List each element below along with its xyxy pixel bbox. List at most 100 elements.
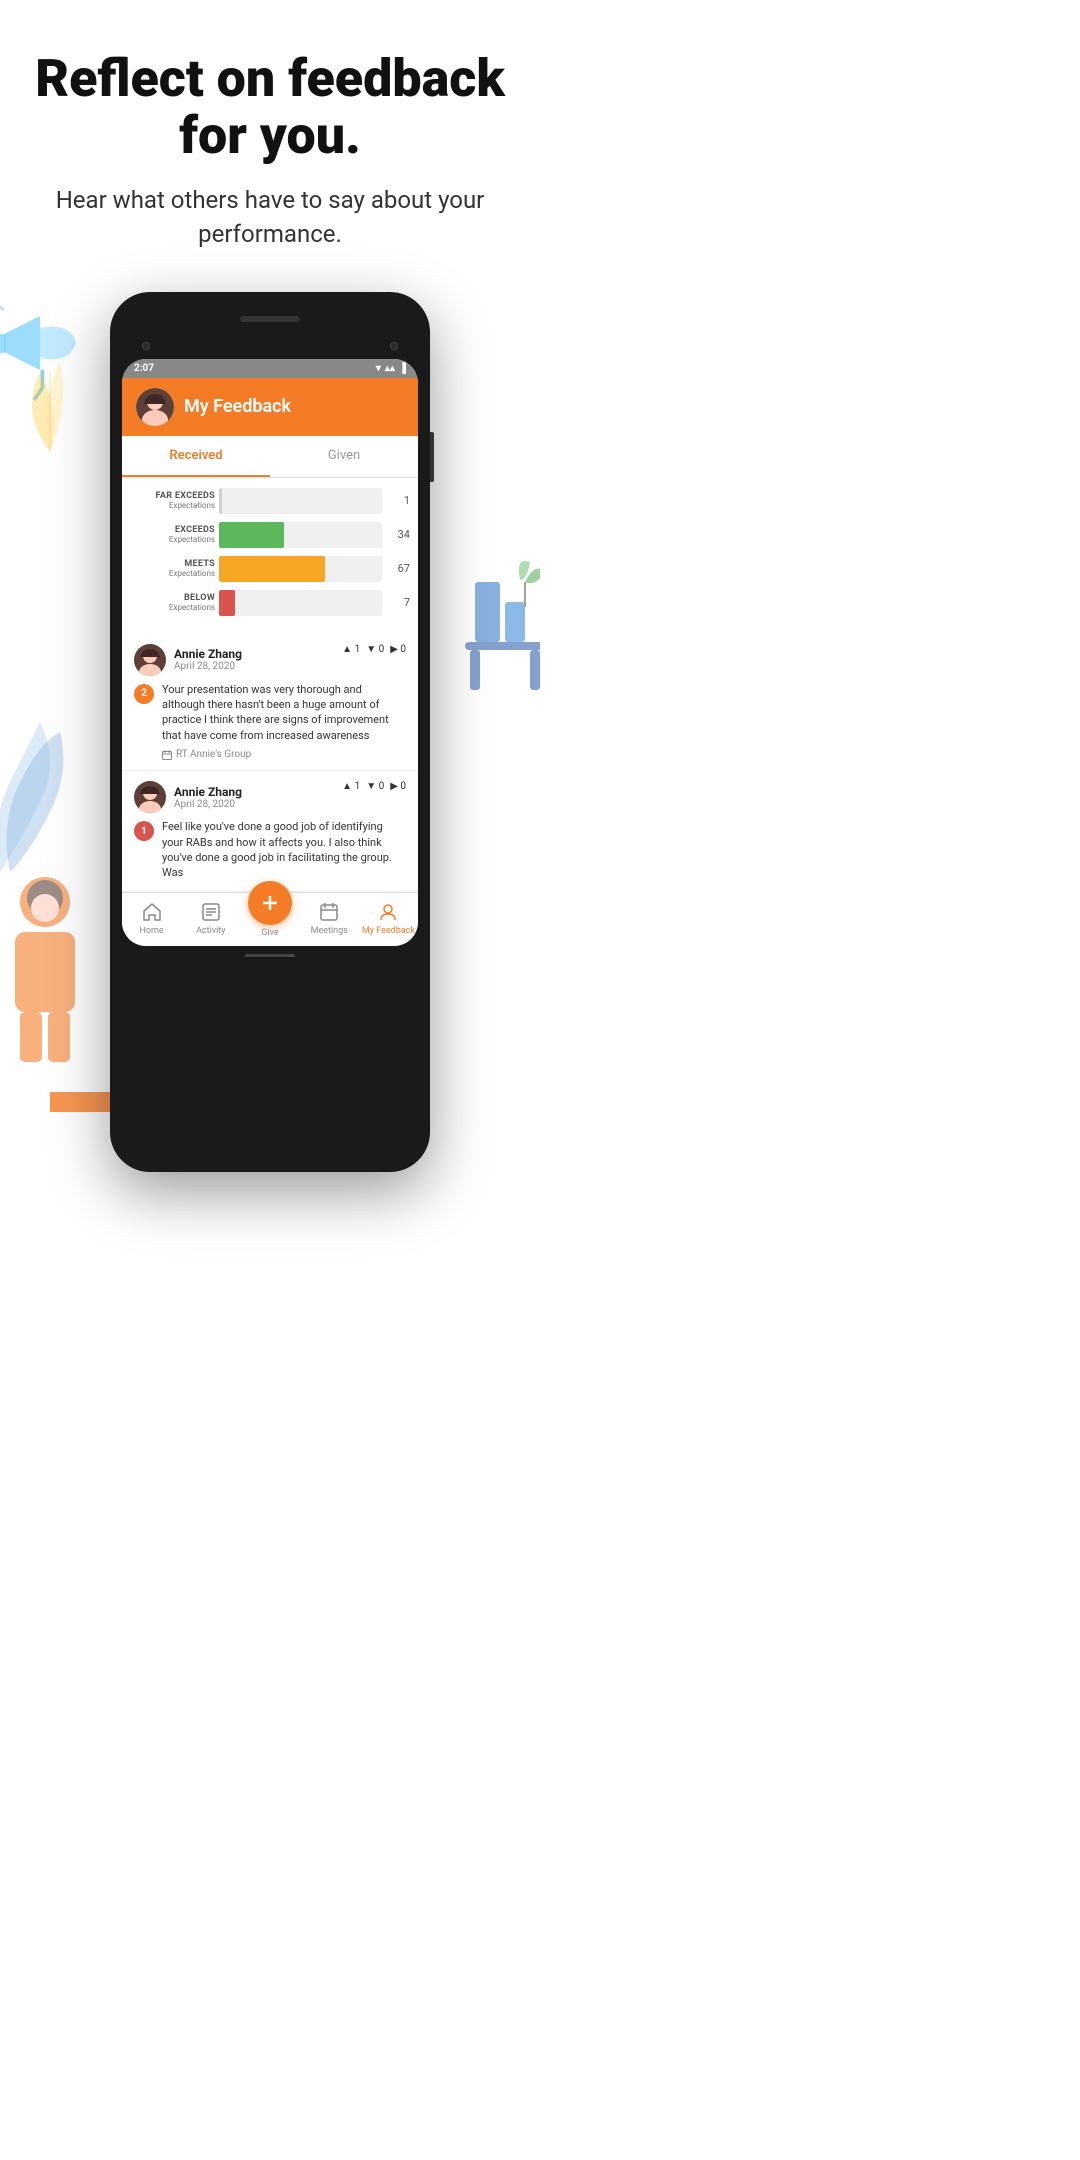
avatar-image — [136, 388, 174, 426]
phone-camera-left — [142, 342, 150, 350]
chart-bar-below — [219, 590, 235, 616]
nav-label-give: Give — [261, 928, 278, 938]
chart-bar-far-exceeds-area — [219, 488, 382, 514]
status-bar: 2:07 ▾ ▴▴ ▐ — [122, 359, 418, 378]
chart-label-meets-main: MEETS — [130, 559, 215, 569]
phone-screen: 2:07 ▾ ▴▴ ▐ My Feedback — [122, 359, 418, 946]
chart-label-far-exceeds-sub: Expectations — [130, 501, 215, 510]
feedback-date-1: April 28, 2020 — [174, 661, 242, 672]
feedback-user-info-1: Annie Zhang April 28, 2020 — [174, 647, 242, 672]
chart-label-exceeds-sub: Expectations — [130, 535, 215, 544]
feedback-body-1: 2 Your presentation was very thorough an… — [134, 682, 406, 761]
chart-bar-exceeds — [219, 522, 284, 548]
chart-row-below: BELOW Expectations 7 — [130, 590, 410, 616]
tab-given[interactable]: Given — [270, 436, 418, 477]
wifi-icon: ▾ — [376, 363, 381, 374]
phone-wrapper: 2:07 ▾ ▴▴ ▐ My Feedback — [0, 272, 540, 1172]
nav-item-home[interactable]: Home — [122, 901, 181, 936]
feedback-user-info-2: Annie Zhang April 28, 2020 — [174, 785, 242, 810]
vote-down-icon-1[interactable]: ▼ 0 — [366, 644, 384, 655]
feedback-text-2: Feel like you've done a good job of iden… — [162, 819, 406, 881]
status-time: 2:07 — [134, 363, 154, 374]
feedback-number-1: 2 — [134, 684, 154, 704]
feedback-item-2[interactable]: Annie Zhang April 28, 2020 ▲ 1 ▼ 0 ▶ 0 1… — [122, 771, 418, 892]
feedback-avatar-img-1 — [134, 644, 166, 676]
battery-icon: ▐ — [399, 363, 406, 374]
phone-frame: 2:07 ▾ ▴▴ ▐ My Feedback — [110, 292, 430, 1172]
vote-down-icon-2[interactable]: ▼ 0 — [366, 781, 384, 792]
vote-play-icon-1[interactable]: ▶ 0 — [390, 644, 406, 655]
blue-shape-decoration — [0, 722, 80, 872]
feedback-item-1[interactable]: Annie Zhang April 28, 2020 ▲ 1 ▼ 0 ▶ 0 2 — [122, 634, 418, 772]
phone-speaker — [240, 316, 300, 322]
home-bar-indicator — [245, 954, 295, 957]
feedback-content-1: Your presentation was very thorough and … — [162, 682, 406, 761]
calendar-icon-1 — [162, 750, 172, 760]
person-decoration — [0, 872, 95, 1072]
chart-row-meets: MEETS Expectations 67 — [130, 556, 410, 582]
desk-decoration — [455, 552, 540, 702]
chart-row-far-exceeds: FAR EXCEEDS Expectations 1 — [130, 488, 410, 514]
nav-label-meetings: Meetings — [311, 926, 348, 936]
phone-camera-area — [122, 334, 418, 359]
chart-count-far-exceeds: 1 — [386, 494, 410, 507]
activity-icon — [200, 901, 222, 923]
hero-subtitle: Hear what others have to say about your … — [30, 184, 510, 251]
header-avatar — [136, 388, 174, 426]
nav-label-activity: Activity — [196, 926, 225, 936]
leaf-decoration — [10, 352, 90, 472]
phone-side-button — [430, 432, 434, 482]
nav-item-meetings[interactable]: Meetings — [300, 901, 359, 936]
app-header: My Feedback — [122, 378, 418, 436]
feedback-list: Annie Zhang April 28, 2020 ▲ 1 ▼ 0 ▶ 0 2 — [122, 634, 418, 892]
chart-count-exceeds: 34 — [386, 528, 410, 541]
chart-bar-below-area — [219, 590, 382, 616]
meetings-icon — [318, 901, 340, 923]
nav-item-activity[interactable]: Activity — [181, 901, 240, 936]
chart-count-below: 7 — [386, 596, 410, 609]
my-feedback-icon — [377, 901, 399, 923]
tab-received[interactable]: Received — [122, 436, 270, 477]
chart-label-exceeds-main: EXCEEDS — [130, 525, 215, 535]
tabs-bar[interactable]: Received Given — [122, 436, 418, 478]
vote-play-icon-2[interactable]: ▶ 0 — [390, 781, 406, 792]
feedback-item-1-header: Annie Zhang April 28, 2020 ▲ 1 ▼ 0 ▶ 0 — [134, 644, 406, 676]
feedback-item-2-header: Annie Zhang April 28, 2020 ▲ 1 ▼ 0 ▶ 0 — [134, 781, 406, 813]
megaphone-decoration — [0, 292, 100, 412]
nav-item-my-feedback[interactable]: My Feedback — [359, 901, 418, 936]
vote-up-icon-1[interactable]: ▲ 1 — [342, 644, 360, 655]
phone-notch — [122, 304, 418, 334]
nav-label-my-feedback: My Feedback — [362, 926, 415, 936]
chart-row-exceeds: EXCEEDS Expectations 34 — [130, 522, 410, 548]
feedback-avatar-img-2 — [134, 781, 166, 813]
feedback-votes-1: ▲ 1 ▼ 0 ▶ 0 — [342, 644, 406, 655]
feedback-avatar-1 — [134, 644, 166, 676]
feedback-user-1: Annie Zhang April 28, 2020 — [134, 644, 242, 676]
header-title: My Feedback — [184, 396, 291, 417]
feedback-group-label-1: RT Annie's Group — [176, 749, 251, 760]
chart-bar-exceeds-area — [219, 522, 382, 548]
chart-count-meets: 67 — [386, 562, 410, 575]
give-button[interactable] — [248, 881, 292, 925]
feedback-name-2: Annie Zhang — [174, 785, 242, 799]
feedback-avatar-2 — [134, 781, 166, 813]
feedback-date-2: April 28, 2020 — [174, 799, 242, 810]
phone-camera-right — [390, 342, 398, 350]
feedback-user-2: Annie Zhang April 28, 2020 — [134, 781, 242, 813]
feedback-votes-2: ▲ 1 ▼ 0 ▶ 0 — [342, 781, 406, 792]
chart-section: FAR EXCEEDS Expectations 1 EXCEEDS Expec… — [122, 478, 418, 634]
hero-section: Reflect on feedback for you. Hear what o… — [0, 0, 540, 272]
chart-label-far-exceeds-main: FAR EXCEEDS — [130, 491, 215, 501]
nav-item-give[interactable]: Give — [240, 899, 299, 938]
feedback-number-2: 1 — [134, 821, 154, 841]
bottom-nav: Home Activity — [122, 892, 418, 946]
phone-home-bar — [122, 946, 418, 966]
status-icons: ▾ ▴▴ ▐ — [376, 363, 406, 374]
plus-icon — [259, 892, 281, 914]
feedback-name-1: Annie Zhang — [174, 647, 242, 661]
hero-title: Reflect on feedback for you. — [30, 50, 510, 164]
chart-label-below-main: BELOW — [130, 593, 215, 603]
vote-up-icon-2[interactable]: ▲ 1 — [342, 781, 360, 792]
feedback-group-1: RT Annie's Group — [162, 749, 406, 760]
chart-label-below-sub: Expectations — [130, 603, 215, 612]
